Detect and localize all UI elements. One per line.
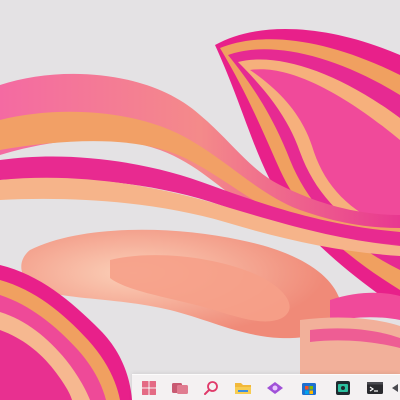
file-explorer-folder-icon[interactable] [232, 378, 254, 398]
taskbar [132, 374, 400, 400]
task-view-icon[interactable] [169, 378, 191, 398]
media-app-icon[interactable] [332, 378, 354, 398]
wallpaper [0, 0, 400, 400]
terminal-icon[interactable] [364, 378, 386, 398]
partial-app-icon[interactable] [390, 378, 400, 398]
search-icon[interactable] [200, 378, 222, 398]
purple-app-icon[interactable] [264, 378, 286, 398]
start-windows-icon[interactable] [138, 378, 160, 398]
desktop [0, 0, 400, 400]
store-app-icon[interactable] [298, 378, 320, 398]
